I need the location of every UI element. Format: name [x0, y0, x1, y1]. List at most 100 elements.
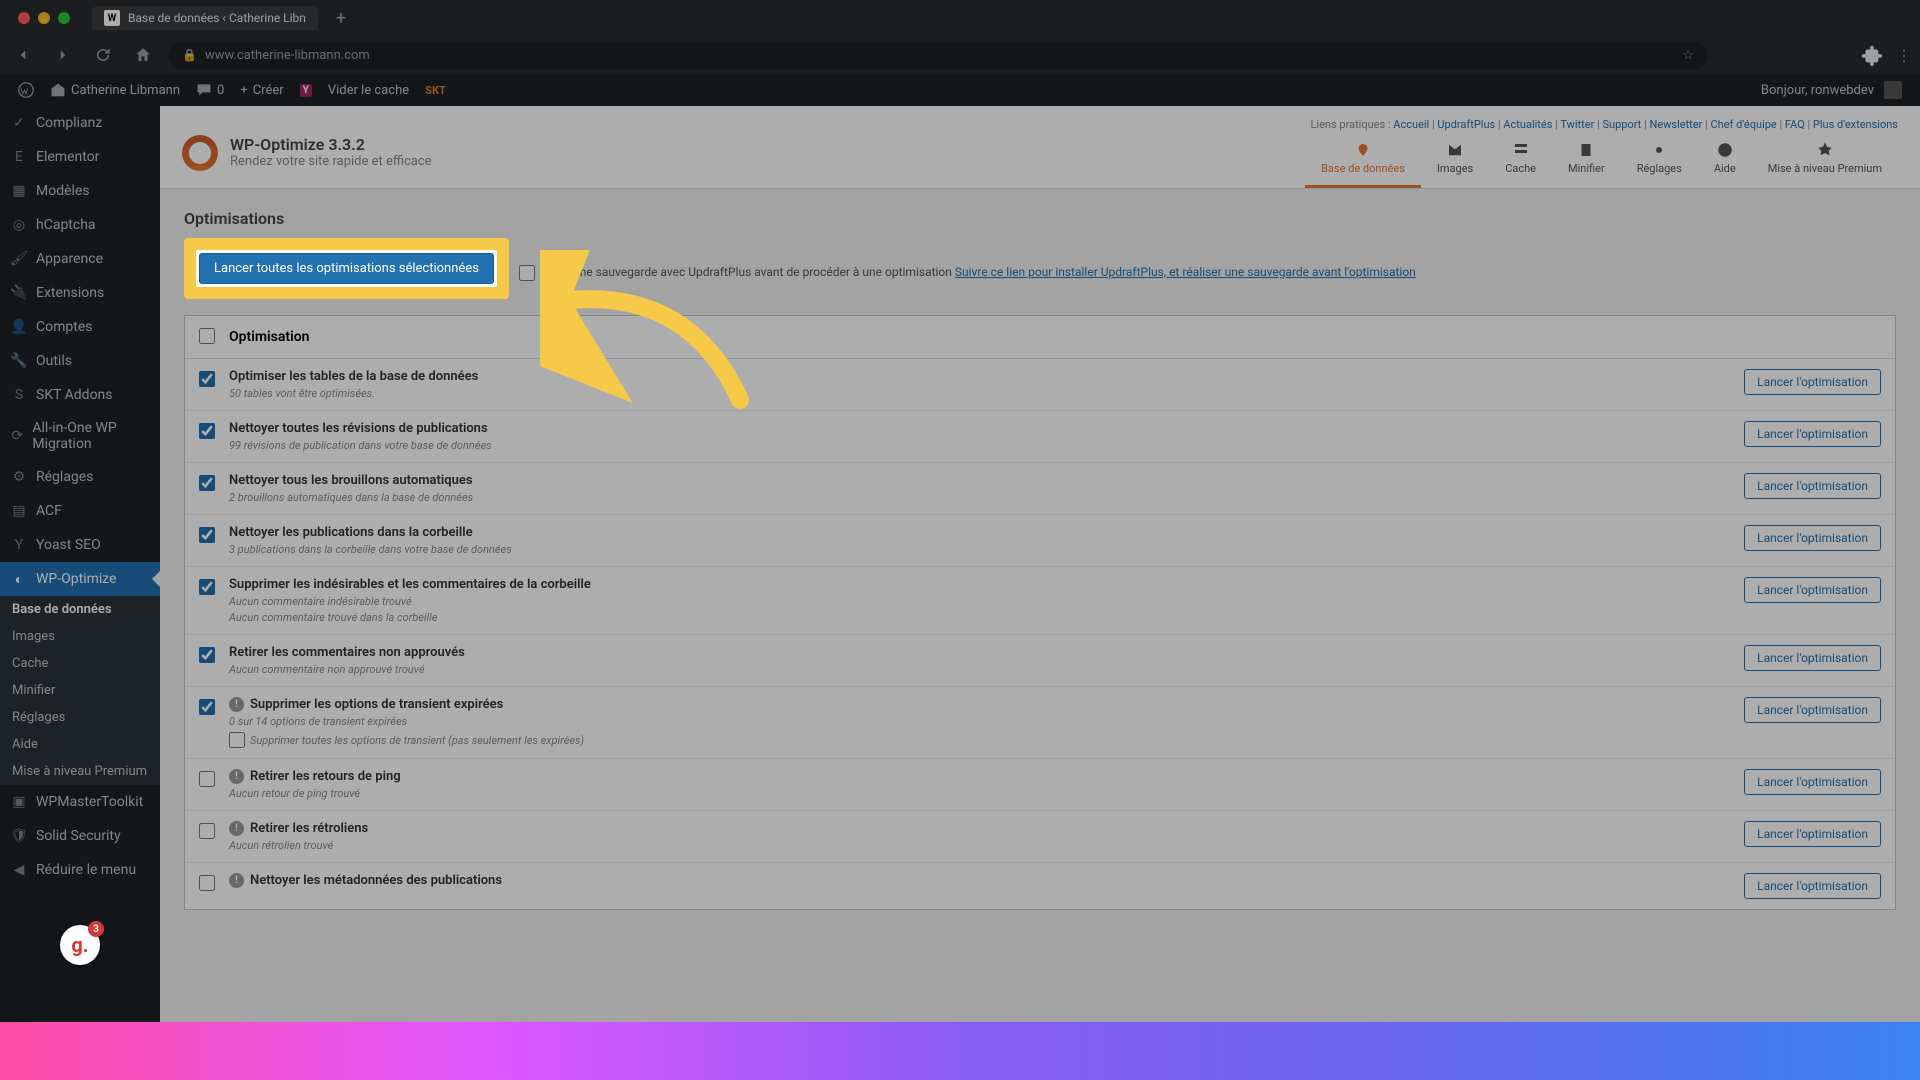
minimize-window-icon[interactable] [38, 12, 50, 24]
quick-link[interactable]: FAQ [1785, 118, 1805, 131]
opt-name: Retirer les commentaires non approuvés [229, 645, 1744, 660]
window-controls [8, 12, 80, 24]
run-all-button[interactable]: Lancer toutes les optimisations sélectio… [199, 253, 494, 284]
tab-mise-niveau-premium[interactable]: Mise à niveau Premium [1752, 135, 1898, 188]
run-optimization-button[interactable]: Lancer l'optimisation [1744, 473, 1881, 499]
floating-badge-icon[interactable]: g. [60, 925, 100, 965]
sidebar-item-skt-addons[interactable]: SSKT Addons [0, 378, 160, 412]
sidebar-item-r-duire-le-menu[interactable]: ◀Réduire le menu [0, 853, 160, 887]
wp-logo[interactable] [10, 74, 42, 106]
table-row: Nettoyer tous les brouillons automatique… [185, 463, 1895, 515]
quick-link[interactable]: Plus d'extensions [1813, 118, 1898, 131]
sidebar-item-wp-optimize[interactable]: ◐WP-Optimize [0, 562, 160, 596]
lock-icon: 🔒 [182, 48, 197, 62]
menu-icon: ◐ [10, 570, 28, 588]
submenu-item[interactable]: Réglages [0, 704, 160, 731]
submenu-item[interactable]: Aide [0, 731, 160, 758]
quick-link[interactable]: Chef d'équipe [1711, 118, 1777, 131]
site-name-link[interactable]: Catherine Libmann [42, 74, 188, 106]
backup-checkbox[interactable] [519, 265, 535, 281]
submenu-item[interactable]: Base de données [0, 596, 160, 623]
tab-aide[interactable]: Aide [1698, 135, 1752, 188]
howdy-user[interactable]: Bonjour, ronwebdev [1753, 74, 1910, 106]
row-checkbox[interactable] [199, 475, 215, 491]
sidebar-item-outils[interactable]: 🔧Outils [0, 344, 160, 378]
tab-base-de-donn-es[interactable]: Base de données [1305, 135, 1421, 188]
sidebar-item-apparence[interactable]: 🖌Apparence [0, 242, 160, 276]
run-optimization-button[interactable]: Lancer l'optimisation [1744, 577, 1881, 603]
plus-icon: + [240, 83, 247, 98]
row-checkbox[interactable] [199, 579, 215, 595]
new-tab-button[interactable]: + [336, 8, 346, 29]
row-checkbox[interactable] [199, 699, 215, 715]
yoast-adminbar-icon[interactable]: Y [292, 74, 320, 106]
run-optimization-button[interactable]: Lancer l'optimisation [1744, 525, 1881, 551]
forward-button[interactable] [48, 40, 78, 70]
select-all-checkbox[interactable] [199, 328, 215, 344]
reload-button[interactable] [88, 40, 118, 70]
sidebar-item-comptes[interactable]: 👤Comptes [0, 310, 160, 344]
backup-link[interactable]: Suivre ce lien pour installer UpdraftPlu… [955, 265, 1416, 279]
run-optimization-button[interactable]: Lancer l'optimisation [1744, 821, 1881, 847]
sidebar-item-solid-security[interactable]: 🛡Solid Security [0, 819, 160, 853]
home-button[interactable] [128, 40, 158, 70]
sidebar-item-all-in-one-wp-migration[interactable]: ⟳All-in-One WP Migration [0, 412, 160, 460]
row-checkbox[interactable] [199, 823, 215, 839]
submenu-item[interactable]: Images [0, 623, 160, 650]
cache-clear-link[interactable]: Vider le cache [320, 74, 417, 106]
skt-adminbar-icon[interactable]: SKT [417, 74, 454, 106]
extensions-icon[interactable] [1860, 44, 1882, 66]
comments-link[interactable]: 0 [188, 74, 232, 106]
menu-icon[interactable]: ⋮ [1896, 46, 1912, 65]
row-checkbox[interactable] [199, 371, 215, 387]
tab-r-glages[interactable]: Réglages [1621, 135, 1698, 188]
tab-cache[interactable]: Cache [1489, 135, 1552, 188]
run-optimization-button[interactable]: Lancer l'optimisation [1744, 645, 1881, 671]
row-checkbox[interactable] [199, 771, 215, 787]
run-optimization-button[interactable]: Lancer l'optimisation [1744, 421, 1881, 447]
run-optimization-button[interactable]: Lancer l'optimisation [1744, 369, 1881, 395]
sidebar-item-acf[interactable]: ▤ACF [0, 494, 160, 528]
url-input[interactable]: 🔒 www.catherine-libmann.com ☆ [168, 42, 1708, 69]
opt-name: Nettoyer les publications dans la corbei… [229, 525, 1744, 540]
sidebar-item-r-glages[interactable]: ⚙Réglages [0, 460, 160, 494]
sidebar-item-elementor[interactable]: EElementor [0, 140, 160, 174]
close-window-icon[interactable] [18, 12, 30, 24]
url-text: www.catherine-libmann.com [205, 48, 370, 63]
quick-link[interactable]: Accueil [1393, 118, 1429, 131]
back-button[interactable] [8, 40, 38, 70]
sidebar-item-mod-les[interactable]: ▦Modèles [0, 174, 160, 208]
submenu-item[interactable]: Mise à niveau Premium [0, 758, 160, 785]
run-optimization-button[interactable]: Lancer l'optimisation [1744, 873, 1881, 899]
col-header-optimisation: Optimisation [229, 329, 309, 345]
submenu-item[interactable]: Cache [0, 650, 160, 677]
menu-icon: 🔧 [10, 352, 28, 370]
sidebar-item-complianz[interactable]: ✓Complianz [0, 106, 160, 140]
table-row: !Supprimer les options de transient expi… [185, 687, 1895, 759]
maximize-window-icon[interactable] [58, 12, 70, 24]
sidebar-item-yoast-seo[interactable]: YYoast SEO [0, 528, 160, 562]
row-checkbox[interactable] [199, 423, 215, 439]
run-optimization-button[interactable]: Lancer l'optimisation [1744, 769, 1881, 795]
run-optimization-button[interactable]: Lancer l'optimisation [1744, 697, 1881, 723]
sidebar-item-hcaptcha[interactable]: ◎hCaptcha [0, 208, 160, 242]
row-checkbox[interactable] [199, 875, 215, 891]
star-icon[interactable]: ☆ [1682, 48, 1694, 63]
tab-minifier[interactable]: Minifier [1552, 135, 1621, 188]
menu-icon: ⟳ [10, 427, 24, 445]
tab-images[interactable]: Images [1421, 135, 1489, 188]
quick-link[interactable]: Twitter [1560, 118, 1594, 131]
row-checkbox[interactable] [199, 527, 215, 543]
quick-link[interactable]: Support [1602, 118, 1641, 131]
address-bar: 🔒 www.catherine-libmann.com ☆ ⋮ [0, 36, 1920, 74]
create-link[interactable]: +Créer [232, 74, 291, 106]
sidebar-item-extensions[interactable]: 🔌Extensions [0, 276, 160, 310]
quick-link[interactable]: UpdraftPlus [1437, 118, 1495, 131]
row-checkbox[interactable] [199, 647, 215, 663]
quick-link[interactable]: Actualités [1503, 118, 1552, 131]
sub-checkbox[interactable] [229, 732, 245, 748]
quick-link[interactable]: Newsletter [1649, 118, 1702, 131]
sidebar-item-wpmastertoolkit[interactable]: ▣WPMasterToolkit [0, 785, 160, 819]
submenu-item[interactable]: Minifier [0, 677, 160, 704]
browser-tab[interactable]: W Base de données ‹ Catherine Libn [92, 6, 318, 30]
